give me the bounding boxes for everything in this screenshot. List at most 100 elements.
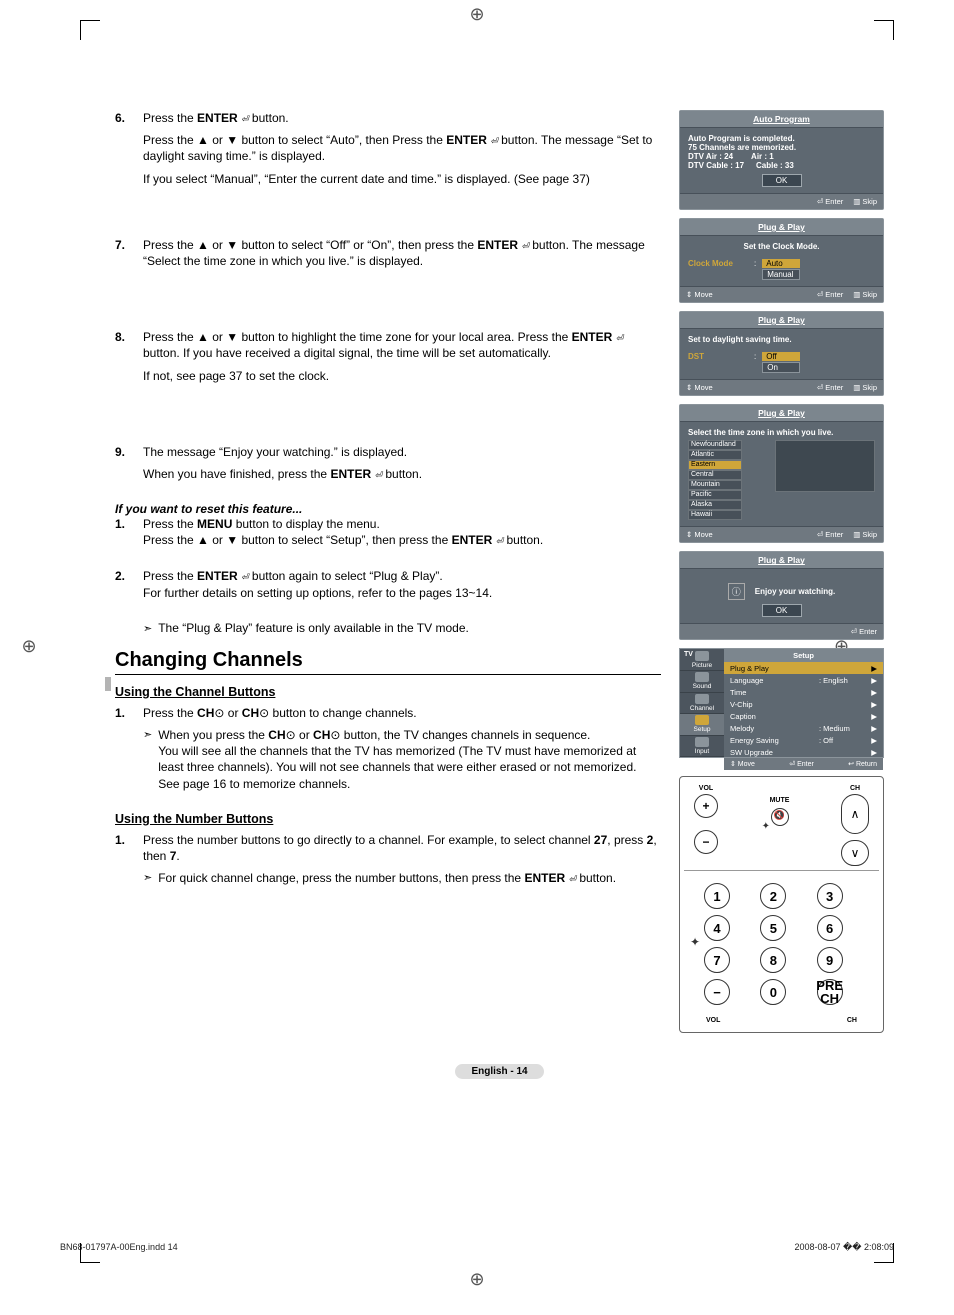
- ok-button[interactable]: OK: [762, 604, 802, 617]
- number-button[interactable]: 3: [817, 883, 843, 909]
- timezone-option[interactable]: Eastern: [688, 460, 742, 470]
- timezone-option[interactable]: Atlantic: [688, 450, 742, 460]
- tab-icon: [695, 737, 709, 747]
- row-value: [819, 664, 869, 673]
- number-button[interactable]: 7: [704, 947, 730, 973]
- option[interactable]: On: [762, 362, 800, 373]
- step-item: 2.Press the ENTER button again to select…: [115, 568, 661, 600]
- footer-hint: ⏎ Enter: [789, 760, 814, 768]
- subsection-heading: Using the Number Buttons: [115, 812, 661, 826]
- option-selected[interactable]: Auto: [762, 259, 800, 268]
- number-button[interactable]: 0: [760, 979, 786, 1005]
- option-selected[interactable]: Off: [762, 352, 800, 361]
- timezone-option[interactable]: Newfoundland: [688, 440, 742, 450]
- row-value: [819, 748, 869, 757]
- number-button[interactable]: 4: [704, 915, 730, 941]
- vol-label: VOL: [706, 1017, 720, 1024]
- step-number: 6.: [115, 110, 133, 187]
- setup-row[interactable]: Plug & Play▶: [724, 662, 883, 674]
- note-arrow-icon: ➣: [143, 727, 152, 792]
- setup-tab[interactable]: Channel: [680, 693, 724, 715]
- number-button[interactable]: −: [704, 979, 730, 1005]
- ch-down-button[interactable]: ∨: [841, 840, 869, 866]
- osd-title: Plug & Play: [680, 219, 883, 236]
- footer-hint: ⏎ Enter: [817, 290, 843, 299]
- pre-ch-button[interactable]: PRECH: [817, 979, 843, 1005]
- number-button[interactable]: 5: [760, 915, 786, 941]
- mute-button[interactable]: [771, 808, 789, 826]
- row-value: [819, 688, 869, 697]
- number-button[interactable]: 1: [704, 883, 730, 909]
- tab-label: Picture: [692, 662, 712, 669]
- osd-line: Air : 1: [751, 152, 774, 161]
- note: ➣ The “Plug & Play” feature is only avai…: [143, 621, 661, 635]
- osd-line: Cable : 33: [756, 161, 794, 170]
- footer-hint: ▥ Skip: [853, 383, 877, 392]
- ok-button[interactable]: OK: [762, 174, 802, 187]
- tv-badge: TV: [684, 651, 693, 658]
- vol-down-button[interactable]: −: [694, 830, 718, 854]
- setup-row[interactable]: SW Upgrade▶: [724, 746, 883, 758]
- step-item: 6.Press the ENTER button.Press the ▲ or …: [115, 110, 661, 187]
- step-item: 1. Press the MENU button to display the m…: [115, 516, 661, 548]
- osd-title: Plug & Play: [680, 312, 883, 329]
- mute-label: MUTE: [770, 797, 790, 804]
- timezone-option[interactable]: Pacific: [688, 490, 742, 500]
- setup-tab[interactable]: Input: [680, 736, 724, 758]
- print-file: BN68-01797A-00Eng.indd 14: [60, 1242, 178, 1253]
- setup-tab[interactable]: Sound: [680, 671, 724, 693]
- osd-clock-mode: Plug & Play Set the Clock Mode. Clock Mo…: [679, 218, 884, 303]
- number-button[interactable]: 8: [760, 947, 786, 973]
- osd-title: Auto Program: [680, 111, 883, 128]
- step-text: Press the MENU button to display the men…: [143, 516, 543, 548]
- footer-hint: ▥ Skip: [853, 530, 877, 539]
- chevron-right-icon: ▶: [869, 748, 877, 757]
- timezone-option[interactable]: Hawaii: [688, 510, 742, 520]
- row-value: [819, 712, 869, 721]
- step-number: 1.: [115, 516, 133, 548]
- tab-label: Setup: [694, 726, 711, 733]
- timezone-option[interactable]: Alaska: [688, 500, 742, 510]
- note-arrow-icon: ➣: [143, 621, 152, 635]
- highlight-burst-icon: ✦: [762, 821, 770, 832]
- osd-setup-menu: TV Picture SoundChannel Setup Input Setup P…: [679, 648, 884, 758]
- highlight-burst-icon: ✦: [690, 935, 700, 949]
- footer-hint: ⇕ Move: [730, 760, 755, 768]
- page-number: English - 14: [455, 1064, 543, 1079]
- step-number: 1.: [115, 832, 133, 887]
- row-key: V-Chip: [730, 700, 819, 709]
- section-heading: Changing Channels: [115, 649, 661, 675]
- step-number: 2.: [115, 568, 133, 600]
- number-button[interactable]: 6: [817, 915, 843, 941]
- setup-row[interactable]: V-Chip▶: [724, 698, 883, 710]
- note-text: When you press the CH⊙ or CH⊙ button, th…: [158, 727, 661, 792]
- vol-up-button[interactable]: +: [694, 794, 718, 818]
- row-key: Language: [730, 676, 819, 685]
- setup-row[interactable]: Melody: Medium▶: [724, 722, 883, 734]
- number-button[interactable]: 2: [760, 883, 786, 909]
- setup-row[interactable]: Language: English▶: [724, 674, 883, 686]
- number-button[interactable]: 9: [817, 947, 843, 973]
- footer-hint: ▥ Skip: [853, 197, 877, 206]
- footer-hint: ⏎ Enter: [851, 627, 877, 636]
- tab-icon: [695, 694, 709, 704]
- row-key: Energy Saving: [730, 736, 819, 745]
- setup-tabs: Picture SoundChannel Setup Input: [680, 649, 724, 757]
- osd-enjoy: Plug & Play ⓘ Enjoy your watching. OK ⏎ …: [679, 551, 884, 640]
- row-key: Time: [730, 688, 819, 697]
- row-value: : Medium: [819, 724, 869, 733]
- option[interactable]: Manual: [762, 269, 800, 280]
- ch-up-button[interactable]: ∧: [841, 794, 869, 834]
- setup-row[interactable]: Caption▶: [724, 710, 883, 722]
- setup-title: Setup: [724, 649, 883, 662]
- setup-row[interactable]: Energy Saving: Off▶: [724, 734, 883, 746]
- timezone-option[interactable]: Mountain: [688, 480, 742, 490]
- timezone-option[interactable]: Central: [688, 470, 742, 480]
- instruction-column: 6.Press the ENTER button.Press the ▲ or …: [115, 110, 661, 1033]
- setup-row[interactable]: Time▶: [724, 686, 883, 698]
- footer-hint: ⇕ Move: [686, 290, 713, 299]
- chevron-right-icon: ▶: [869, 724, 877, 733]
- setup-tab[interactable]: Setup: [680, 714, 724, 736]
- note-arrow-icon: ➣: [143, 870, 152, 886]
- note-text: For quick channel change, press the numb…: [158, 870, 616, 886]
